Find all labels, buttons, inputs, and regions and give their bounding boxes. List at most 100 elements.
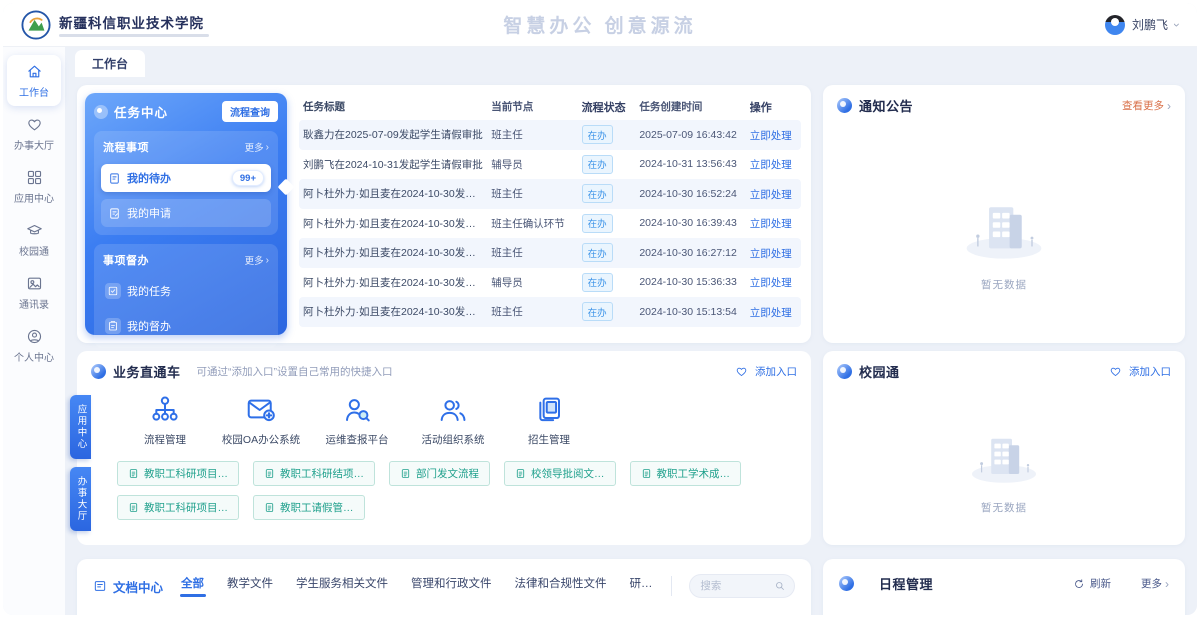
doc-tab[interactable]: 法律和合规性文件 [515,575,607,597]
quick-link-button[interactable]: 教职工请假管… [253,495,365,520]
heart-icon [735,365,748,378]
doc-tab[interactable]: 学生服务相关文件 [296,575,388,597]
quick-link-button[interactable]: 教职工学术成… [630,461,742,486]
task-node: 班主任确认环节 [487,216,577,231]
doc-tab[interactable]: 研… [630,575,653,597]
task-time: 2025-07-09 16:43:42 [635,129,745,141]
doc-tab[interactable]: 教学文件 [227,575,273,597]
tab-workbench[interactable]: 工作台 [75,50,145,77]
graduation-cap-icon [26,222,43,239]
document-icon [93,579,107,593]
task-title: 阿卜杜外力·如且麦在2024-10-30发起学生请假… [299,216,487,231]
quick-link-label: 教职工科研结项… [280,466,364,481]
supervision-group: 事项督办 更多 › 我的任务 我的督办 [94,244,278,348]
vertical-tab-service-hall[interactable]: 办事大厅 [70,467,91,531]
app-campus-oa[interactable]: 校园OA办公系统 [213,394,309,447]
doc-tab-label: 管理和行政文件 [411,578,492,590]
app-ops-report[interactable]: 运维查报平台 [309,394,405,447]
schedule-card: 日程管理 刷新 更多 › [823,559,1185,615]
refresh-icon [1073,578,1085,590]
doc-tab[interactable]: 管理和行政文件 [411,575,492,597]
task-title: 阿卜杜外力·如且麦在2024-10-30发起学生请假… [299,186,487,201]
quick-link-button[interactable]: 校领导批阅文… [504,461,616,486]
sidebar-item-app-center[interactable]: 应用中心 [7,161,61,212]
sidebar-item-campus[interactable]: 校园通 [7,214,61,265]
handle-now-link[interactable]: 立即处理 [750,248,792,260]
task-status-cell: 在办 [578,214,636,233]
task-table: 任务标题 当前节点 流程状态 任务创建时间 操作 耿鑫力在2025-07-09发… [299,93,801,327]
business-express-card: 业务直通车 可通过“添加入口”设置自己常用的快捷入口 添加入口 应用中心 办事大… [77,351,811,545]
people-icon [437,394,469,426]
app-activity-org[interactable]: 活动组织系统 [405,394,501,447]
org-chart-icon [149,394,181,426]
handle-now-link[interactable]: 立即处理 [750,130,792,142]
my-applications-item[interactable]: 我的申请 [101,199,271,227]
schedule-more-link[interactable]: 更多 › [1141,576,1169,591]
empty-text: 暂无数据 [981,277,1027,292]
sidebar-item-contacts[interactable]: 通讯录 [7,267,61,318]
process-query-button[interactable]: 流程查询 [222,101,278,122]
doc-tab[interactable]: 全部 [181,575,204,597]
vertical-tab-label: 办事大厅 [74,476,88,522]
task-status-cell: 在办 [578,273,636,292]
handle-now-link[interactable]: 立即处理 [750,159,792,171]
my-supervision-item[interactable]: 我的督办 [101,312,271,340]
search-box[interactable] [689,574,795,598]
more-link[interactable]: 更多 [245,140,264,154]
campus-title: 校园通 [859,362,900,381]
task-time: 2024-10-30 16:27:12 [635,247,745,259]
table-row: 阿卜杜外力·如且麦在2024-10-30发起学生请假… 班主任 在办 2024-… [299,179,801,209]
handle-now-link[interactable]: 立即处理 [750,218,792,230]
app-admissions[interactable]: 招生管理 [501,394,597,447]
quick-link-button[interactable]: 教职工科研项目… [117,495,239,520]
empty-state: 暂无数据 [823,131,1185,343]
handle-now-link[interactable]: 立即处理 [750,189,792,201]
sidebar-item-personal-center[interactable]: 个人中心 [7,320,61,371]
item-label: 我的申请 [127,205,171,221]
top-header: 新疆科信职业技术学院 智慧办公 创意源流 刘鹏飞 › [3,3,1197,47]
document-icon [128,468,139,479]
sidebar-item-label: 个人中心 [14,349,54,364]
quick-link-button[interactable]: 部门发文流程 [389,461,490,486]
view-more-link[interactable]: 查看更多 › [1122,98,1171,113]
handle-now-link[interactable]: 立即处理 [750,277,792,289]
sidebar-item-service-hall[interactable]: 办事大厅 [7,108,61,159]
quick-link-button[interactable]: 教职工科研结项… [253,461,375,486]
express-hint: 可通过“添加入口”设置自己常用的快捷入口 [197,364,393,379]
refresh-button[interactable]: 刷新 [1073,576,1111,591]
main-content: 工作台 任务中心 流程查询 流程事项 更多 › 我的待办 [65,47,1197,615]
app-process-management[interactable]: 流程管理 [117,394,213,447]
my-tasks-item[interactable]: 我的任务 [101,277,271,305]
add-entry-link[interactable]: 添加入口 [735,364,797,379]
schedule-title: 日程管理 [879,574,933,593]
process-items-group: 流程事项 更多 › 我的待办 99+ 我的申请 [94,131,278,235]
task-status-cell: 在办 [578,243,636,262]
vertical-tab-app-center[interactable]: 应用中心 [70,395,91,459]
doc-tab-label: 全部 [181,578,204,590]
left-sidebar: 工作台 办事大厅 应用中心 校园通 通讯录 个人中心 [3,47,65,615]
handle-now-link[interactable]: 立即处理 [750,307,792,319]
status-badge: 在办 [582,273,613,292]
user-menu[interactable]: 刘鹏飞 › [1105,15,1179,35]
app-shortcuts: 流程管理 校园OA办公系统 运维查报平台 活动组织系统 招生管理 [77,390,811,447]
my-todo-item[interactable]: 我的待办 99+ [101,164,271,192]
refresh-label: 刷新 [1090,576,1111,591]
add-entry-link[interactable]: 添加入口 [1109,364,1171,379]
sidebar-item-label: 应用中心 [14,190,54,205]
task-time: 2024-10-30 15:36:33 [635,276,745,288]
status-badge: 在办 [582,125,613,144]
task-action-cell: 立即处理 [746,126,801,144]
todo-count-badge: 99+ [232,170,264,186]
more-link[interactable]: 更多 [245,253,264,267]
task-title: 阿卜杜外力·如且麦在2024-10-30发起学生请假… [299,304,487,319]
sidebar-item-workbench[interactable]: 工作台 [7,55,61,106]
doc-tab-label: 学生服务相关文件 [296,578,388,590]
quick-link-button[interactable]: 教职工科研项目… [117,461,239,486]
task-center-panel: 任务中心 流程查询 流程事项 更多 › 我的待办 99+ [85,93,287,335]
quick-link-label: 校领导批阅文… [531,466,605,481]
express-title: 业务直通车 [113,362,181,381]
search-input[interactable] [698,579,774,593]
heart-icon [1109,365,1122,378]
doc-center-label: 文档中心 [113,577,163,596]
app-label: 招生管理 [528,432,570,447]
